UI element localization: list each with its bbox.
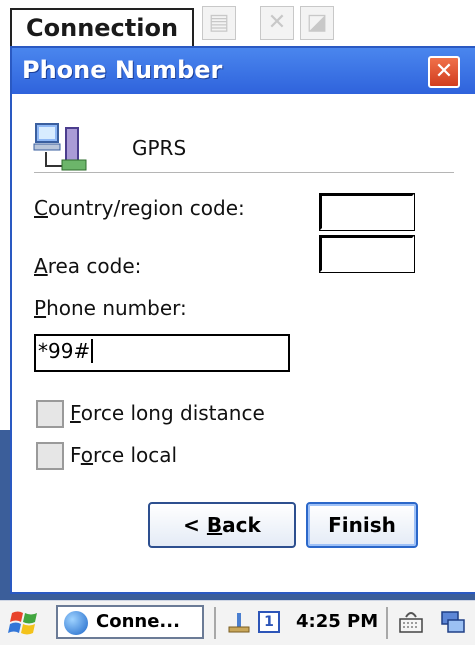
edit-icon[interactable]: ◪ (300, 6, 334, 40)
force-local-checkbox[interactable] (36, 442, 64, 470)
dialog-title: Phone Number (22, 56, 223, 84)
finish-button[interactable]: Finish (306, 502, 418, 548)
force-long-distance-checkbox[interactable] (36, 400, 64, 428)
clock[interactable]: 4:25 PM (296, 611, 378, 632)
phone-number-label: Phone number: (34, 296, 187, 320)
phone-number-input[interactable]: *99# (34, 334, 290, 372)
desktop-switch-icon[interactable] (440, 609, 466, 635)
country-code-field[interactable] (319, 193, 415, 231)
area-code-label: Area code: (34, 254, 142, 278)
background-toolbar: Connection ▤ ✕ ◪ (0, 0, 475, 46)
properties-icon[interactable]: ▤ (202, 6, 236, 40)
connections-task-button[interactable]: Conne... (56, 605, 204, 639)
connection-name: GPRS (132, 136, 187, 160)
taskbar: Conne... 1 4:25 PM (0, 600, 475, 645)
network-connection-icon (33, 123, 87, 171)
taskbar-separator (386, 607, 388, 639)
input-indicator-icon[interactable]: 1 (258, 611, 280, 633)
taskbar-separator (214, 607, 216, 639)
country-code-label: Country/region code: (34, 196, 245, 220)
delete-icon[interactable]: ✕ (260, 6, 294, 40)
divider (34, 172, 454, 174)
connection-menu[interactable]: Connection (10, 8, 195, 46)
network-tray-icon[interactable] (226, 609, 252, 635)
dialog-titlebar[interactable]: Phone Number ✕ (12, 48, 475, 94)
phone-number-dialog: Phone Number ✕ GPRS Country/region code:… (10, 46, 475, 594)
keyboard-icon[interactable] (398, 609, 424, 635)
windows-start-icon[interactable] (8, 607, 40, 639)
globe-icon (64, 611, 88, 635)
force-local-label: Force local (70, 443, 178, 467)
back-button[interactable]: < Back (148, 502, 296, 548)
close-button[interactable]: ✕ (428, 56, 460, 88)
force-long-distance-label: Force long distance (70, 401, 265, 425)
area-code-field[interactable] (319, 235, 415, 273)
